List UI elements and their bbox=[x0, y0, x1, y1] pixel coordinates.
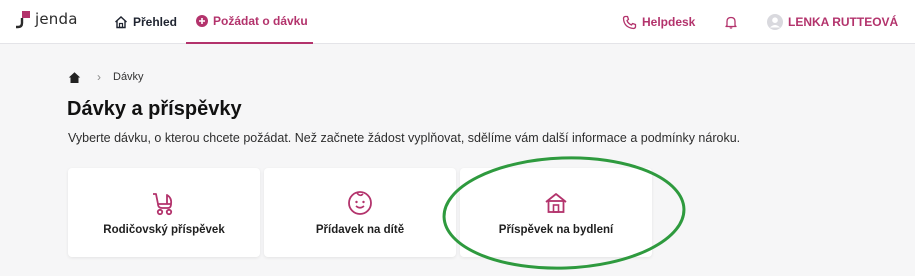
nav-overview-label: Přehled bbox=[133, 15, 178, 29]
jenda-logo-icon bbox=[16, 11, 30, 29]
logo-text: jenda bbox=[35, 10, 78, 28]
user-menu[interactable]: LENKA RUTTEOVÁ bbox=[767, 0, 898, 44]
benefit-card-child-allowance[interactable]: Přídavek na dítě bbox=[264, 168, 456, 257]
card-label: Příspěvek na bydlení bbox=[498, 223, 614, 236]
breadcrumb-current: Dávky bbox=[113, 71, 144, 83]
nav-helpdesk-label: Helpdesk bbox=[642, 15, 696, 29]
nav-request-benefit[interactable]: Požádat o dávku bbox=[186, 0, 313, 44]
avatar-icon bbox=[767, 14, 783, 30]
chevron-right-icon: › bbox=[97, 70, 101, 84]
nav-overview[interactable]: Přehled bbox=[114, 0, 177, 44]
top-navigation-bar: jenda Přehled Požádat o dávku Helpdesk L… bbox=[0, 0, 915, 44]
card-label: Přídavek na dítě bbox=[315, 223, 405, 236]
phone-icon bbox=[622, 15, 637, 29]
child-face-icon bbox=[348, 190, 372, 215]
app-logo[interactable]: jenda bbox=[14, 9, 78, 29]
home-breadcrumb-icon[interactable] bbox=[68, 71, 81, 84]
stroller-icon bbox=[153, 192, 173, 215]
nav-request-label: Požádat o dávku bbox=[213, 14, 308, 28]
nav-helpdesk[interactable]: Helpdesk bbox=[622, 0, 695, 44]
user-name: LENKA RUTTEOVÁ bbox=[788, 15, 899, 29]
page-title: Dávky a příspěvky bbox=[67, 98, 242, 120]
home-icon bbox=[115, 16, 127, 29]
page-description: Vyberte dávku, o kterou chcete požádat. … bbox=[68, 131, 741, 145]
card-label: Rodičovský příspěvek bbox=[103, 223, 225, 236]
bell-icon bbox=[725, 16, 737, 29]
plus-circle-icon bbox=[196, 15, 208, 27]
benefit-card-housing-allowance[interactable]: Příspěvek na bydlení bbox=[460, 168, 652, 257]
breadcrumb: › Dávky bbox=[68, 70, 144, 84]
benefit-card-parental-allowance[interactable]: Rodičovský příspěvek bbox=[68, 168, 260, 257]
house-icon bbox=[545, 192, 567, 213]
notifications-button[interactable] bbox=[724, 0, 743, 44]
